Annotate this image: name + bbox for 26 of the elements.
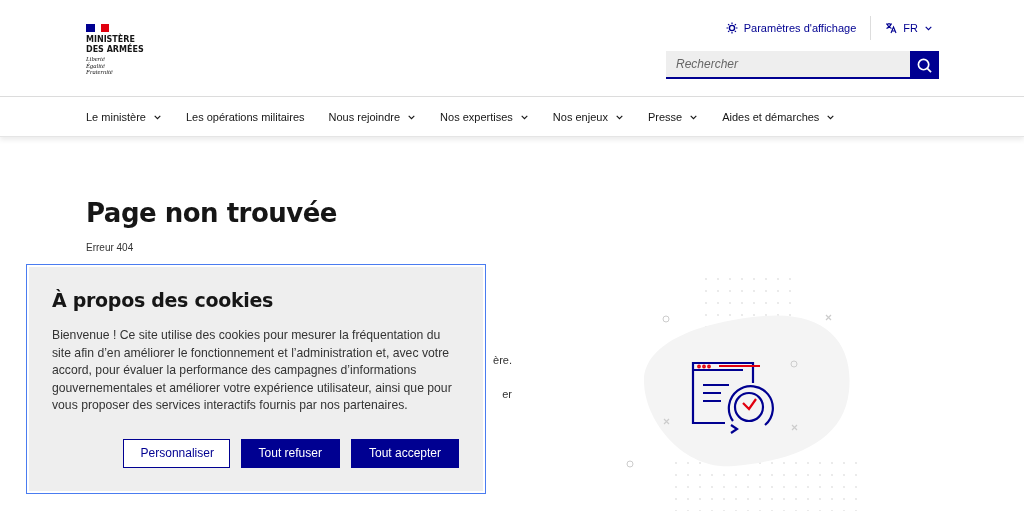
body-text: ère. [493,353,512,367]
nav-item[interactable]: Nous rejoindre [328,110,417,123]
dialog-text: Bienvenue ! Ce site utilise des cookies pour mesurer la fréquentation du site afin d’en améliorer le fonctionnement et l’administration et, avec votre accord, pour évaluer la performance des campagnes d’informations gouvernementales et améliorer votre expérience utilisateur, ainsi que pour vous proposer des services interactifs fournis par nos partenaires. [52,327,453,414]
nav-item[interactable]: Presse [647,110,699,123]
dialog-title: À propos des cookies [52,289,275,311]
nav-item[interactable]: Nos enjeux [552,110,624,123]
nav-item[interactable]: Le ministère [86,110,162,123]
display-settings-link[interactable]: Paramètres d'affichage [711,22,871,34]
translate-icon [885,22,898,34]
nav-item[interactable]: Aides et démarches [722,110,836,123]
error-code: Erreur 404 [86,242,135,253]
action-button[interactable]: Tout refuser [240,438,340,468]
search-button[interactable] [910,51,939,79]
nav-item[interactable]: Les opérations militaires [185,110,305,123]
logo-text: MINISTÈRE DES ARMÉES [86,35,144,54]
caret-icon [924,24,933,32]
nav-item[interactable]: Nos expertises [440,110,529,123]
action-button[interactable]: Tout accepter [350,438,459,468]
sun-icon [725,22,738,34]
customize-button[interactable]: Personnaliser [122,438,230,468]
language-button[interactable]: FR [871,22,939,34]
flag-icon [86,24,109,32]
body-text: er [502,387,512,401]
page-title: Page non trouvée [86,197,338,230]
search-field[interactable]: Rechercher [666,51,910,79]
search-icon [917,57,932,73]
